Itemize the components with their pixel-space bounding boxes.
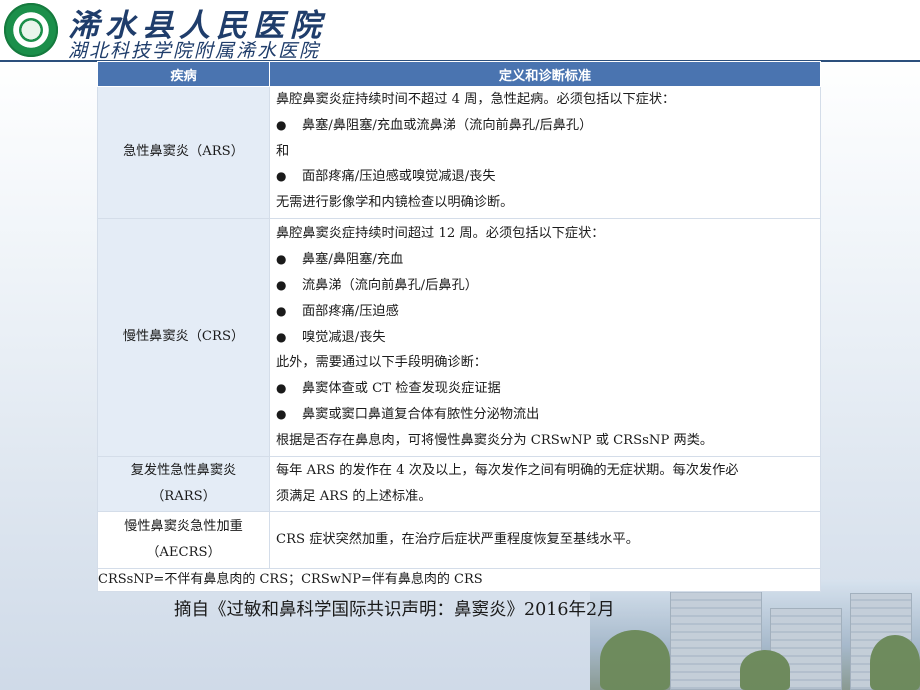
- definition-line: CRS 症状突然加重，在治疗后症状严重程度恢复至基线水平。: [276, 531, 639, 547]
- definition-cell: 每年 ARS 的发作在 4 次及以上，每次发作之间有明确的无症状期。每次发作必 …: [269, 455, 821, 512]
- definition-cell: CRS 症状突然加重，在治疗后症状严重程度恢复至基线水平。: [269, 510, 821, 569]
- bullet-icon: ●: [276, 169, 287, 184]
- definition-line: ● 鼻塞/鼻阻塞/充血或流鼻涕（流向前鼻孔/后鼻孔）: [276, 113, 814, 139]
- col-header-definition: 定义和诊断标准: [269, 61, 821, 87]
- definition-line: ● 面部疼痛/压迫感或嗅觉减退/丧失: [276, 164, 814, 190]
- table-row: 急性鼻窦炎（ARS） 鼻腔鼻窦炎症持续时间不超过 4 周，急性起病。必须包括以下…: [97, 86, 821, 219]
- definition-line: ● 鼻窦或窦口鼻道复合体有脓性分泌物流出: [276, 402, 814, 428]
- disease-cell: 慢性鼻窦炎（CRS）: [97, 217, 270, 457]
- table-note: CRSsNP=不伴有鼻息肉的 CRS；CRSwNP=伴有鼻息肉的 CRS: [97, 567, 821, 592]
- definition-line: 无需进行影像学和内镜检查以明确诊断。: [276, 195, 514, 211]
- bullet-icon: ●: [276, 303, 287, 318]
- definition-cell: 鼻腔鼻窦炎症持续时间超过 12 周。必须包括以下症状： ● 鼻塞/鼻阻塞/充血 ●…: [269, 217, 821, 457]
- disease-cell: 急性鼻窦炎（ARS）: [97, 86, 270, 219]
- disease-cell: 复发性急性鼻窦炎 （RARS）: [97, 455, 270, 512]
- hospital-logo: [4, 3, 58, 57]
- definition-line: ● 鼻塞/鼻阻塞/充血: [276, 247, 814, 273]
- disease-abbr: （RARS）: [151, 488, 216, 504]
- disease-cell: 慢性鼻窦炎急性加重 （AECRS）: [97, 510, 270, 569]
- definition-table: 疾病 定义和诊断标准 急性鼻窦炎（ARS） 鼻腔鼻窦炎症持续时间不超过 4 周，…: [97, 61, 821, 592]
- bullet-icon: ●: [276, 252, 287, 267]
- definition-line: 根据是否存在鼻息肉，可将慢性鼻窦炎分为 CRSwNP 或 CRSsNP 两类。: [276, 432, 714, 448]
- definition-line: 须满足 ARS 的上述标准。: [276, 488, 432, 504]
- disease-name: 复发性急性鼻窦炎: [130, 462, 237, 478]
- bullet-icon: ●: [276, 277, 287, 292]
- definition-line: 此外，需要通过以下手段明确诊断：: [276, 355, 487, 371]
- definition-line: ● 面部疼痛/压迫感: [276, 299, 814, 325]
- table-header-row: 疾病 定义和诊断标准: [97, 61, 821, 87]
- bullet-icon: ●: [276, 381, 287, 396]
- bullet-icon: ●: [276, 406, 287, 421]
- disease-name: 慢性鼻窦炎急性加重: [124, 518, 243, 534]
- definition-line: ● 流鼻涕（流向前鼻孔/后鼻孔）: [276, 273, 814, 299]
- definition-line: 鼻腔鼻窦炎症持续时间不超过 4 周，急性起病。必须包括以下症状：: [276, 92, 676, 107]
- hospital-building-photo: [590, 580, 920, 690]
- definition-line: ● 鼻窦体查或 CT 检查发现炎症证据: [276, 376, 814, 402]
- definition-line: ● 嗅觉减退/丧失: [276, 325, 814, 351]
- table-note-row: CRSsNP=不伴有鼻息肉的 CRS；CRSwNP=伴有鼻息肉的 CRS: [97, 567, 821, 592]
- table-row: 慢性鼻窦炎急性加重 （AECRS） CRS 症状突然加重，在治疗后症状严重程度恢…: [97, 510, 821, 569]
- source-citation: 摘自《过敏和鼻科学国际共识声明：鼻窦炎》2016年2月: [174, 600, 615, 620]
- definition-line: 鼻腔鼻窦炎症持续时间超过 12 周。必须包括以下症状：: [276, 226, 605, 242]
- disease-abbr: （AECRS）: [146, 544, 221, 560]
- hospital-affiliation: 湖北科技学院附属浠水医院: [68, 40, 321, 62]
- definition-line: 每年 ARS 的发作在 4 次及以上，每次发作之间有明确的无症状期。每次发作必: [276, 462, 739, 478]
- table-row: 复发性急性鼻窦炎 （RARS） 每年 ARS 的发作在 4 次及以上，每次发作之…: [97, 455, 821, 512]
- bullet-icon: ●: [276, 117, 287, 132]
- table-row: 慢性鼻窦炎（CRS） 鼻腔鼻窦炎症持续时间超过 12 周。必须包括以下症状： ●…: [97, 217, 821, 457]
- bullet-icon: ●: [276, 329, 287, 344]
- definition-cell: 鼻腔鼻窦炎症持续时间不超过 4 周，急性起病。必须包括以下症状： ● 鼻塞/鼻阻塞…: [269, 86, 821, 219]
- definition-line: 和: [276, 143, 290, 159]
- col-header-disease: 疾病: [97, 61, 270, 87]
